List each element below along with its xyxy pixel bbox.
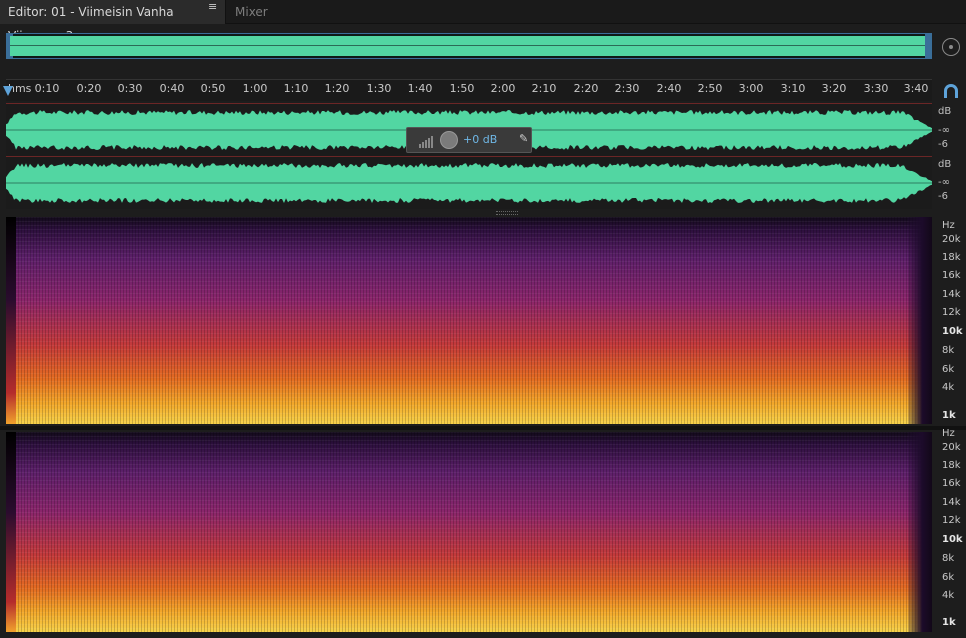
ruler-tick: 1:00 [242, 82, 268, 95]
hz-label: 14k [942, 497, 961, 508]
hz-label: 12k [942, 515, 961, 526]
gain-hud[interactable]: +0 dB ✎ [406, 127, 532, 153]
spectrogram-1-left-edge [6, 217, 16, 424]
tab-bar: Editor: 01 - Viimeisin Vanha Viisas.mp3 … [0, 0, 966, 43]
hz-label: 16k [942, 270, 961, 281]
spectrogram-2-right-edge [908, 432, 932, 632]
ruler-tick: 3:10 [780, 82, 806, 95]
spectral-channel-2[interactable] [6, 432, 932, 632]
hz-label: 8k [942, 553, 955, 564]
ruler-tick: 1:30 [366, 82, 392, 95]
ruler-tick: 0:50 [200, 82, 226, 95]
channel1-scale-neg6: -6 [938, 139, 948, 150]
hz-label: 6k [942, 364, 955, 375]
waveform-channel-2[interactable] [6, 156, 932, 209]
hz-label: 18k [942, 460, 961, 471]
time-ruler[interactable]: hms 0:10 0:20 0:30 0:40 0:50 1:00 1:10 1… [6, 79, 932, 101]
hz-label: 12k [942, 307, 961, 318]
channel2-scale-db: dB [938, 159, 952, 170]
hz-label: 1k [942, 410, 956, 421]
hz-label: 8k [942, 345, 955, 356]
spectrogram-1-texture [6, 217, 932, 424]
ruler-tick: 2:40 [656, 82, 682, 95]
ruler-tick: 0:30 [117, 82, 143, 95]
ruler-tick: 3:30 [863, 82, 889, 95]
waveform-channel-2-graphic [6, 163, 932, 203]
ruler-tick: 2:10 [531, 82, 557, 95]
spectral-channel-1[interactable] [6, 217, 932, 424]
hz-label: 16k [942, 478, 961, 489]
hz-label: 4k [942, 590, 955, 601]
hz-label: 1k [942, 617, 956, 628]
spectrogram-1-right-edge [908, 217, 932, 424]
channel-divider [0, 426, 966, 430]
ruler-tick: 1:20 [324, 82, 350, 95]
headphones-icon[interactable] [944, 84, 958, 98]
ruler-tick: 0:20 [76, 82, 102, 95]
channel2-scale-neg6: -6 [938, 191, 948, 202]
ruler-tick: 1:10 [283, 82, 309, 95]
hz-label: 14k [942, 289, 961, 300]
zoom-navigator-icon[interactable] [942, 38, 960, 56]
hz-label: 20k [942, 234, 961, 245]
ruler-tick: 1:50 [449, 82, 475, 95]
overview-waveform[interactable] [6, 33, 932, 59]
channel1-scale-neg-inf: -∞ [938, 125, 950, 136]
channel1-scale-db: dB [938, 106, 952, 117]
ruler-tick: 3:40 [903, 82, 929, 95]
ruler-tick: 2:00 [490, 82, 516, 95]
tab-mixer-label: Mixer [235, 5, 268, 19]
overview-visible-range[interactable] [10, 36, 928, 56]
hz-label: Hz [942, 220, 955, 231]
gain-knob[interactable] [440, 131, 458, 149]
playhead-marker[interactable] [3, 86, 13, 96]
gain-value[interactable]: +0 dB [463, 133, 497, 146]
hz-label: 18k [942, 252, 961, 263]
ruler-tick: 2:30 [614, 82, 640, 95]
spectrogram-2-left-edge [6, 432, 16, 632]
hz-label: 10k [942, 326, 963, 337]
ruler-tick: 2:50 [697, 82, 723, 95]
level-bars-icon [419, 136, 433, 148]
spectrogram-2-texture [6, 432, 932, 632]
tab-mixer[interactable]: Mixer [227, 0, 287, 24]
hz-label: 10k [942, 534, 963, 545]
hz-label: 4k [942, 382, 955, 393]
ruler-tick: 3:20 [821, 82, 847, 95]
overview-right-handle[interactable] [925, 34, 931, 58]
hamburger-icon[interactable]: ≡ [208, 0, 217, 13]
ruler-tick: 2:20 [573, 82, 599, 95]
pin-icon[interactable]: ✎ [519, 132, 528, 145]
channel2-scale-neg-inf: -∞ [938, 177, 950, 188]
ruler-tick: 0:40 [159, 82, 185, 95]
hz-label: 20k [942, 442, 961, 453]
tab-editor[interactable]: Editor: 01 - Viimeisin Vanha Viisas.mp3 [0, 0, 226, 43]
panel-resize-handle[interactable] [496, 211, 518, 215]
hz-label: Hz [942, 428, 955, 439]
hz-label: 6k [942, 572, 955, 583]
overview-centerline [10, 45, 928, 46]
ruler-tick: 0:10 [34, 82, 60, 95]
ruler-tick: 1:40 [407, 82, 433, 95]
ruler-tick: 3:00 [738, 82, 764, 95]
